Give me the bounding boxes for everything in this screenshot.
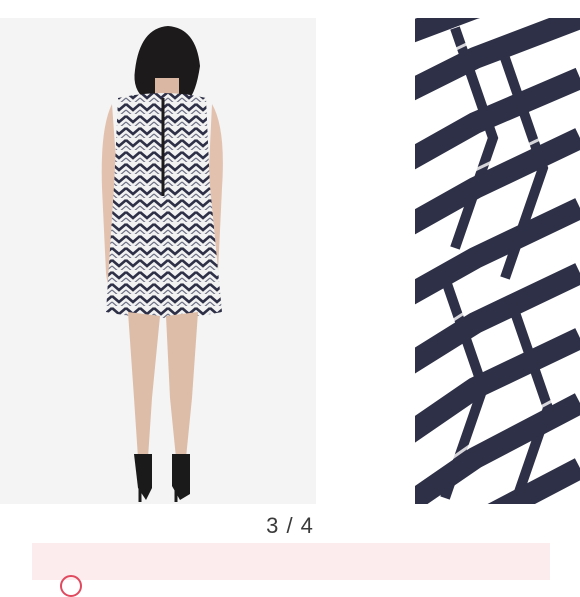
- image-gallery[interactable]: [0, 0, 580, 510]
- product-photo-back-view[interactable]: [0, 18, 316, 504]
- image-counter: 3 / 4: [266, 513, 314, 538]
- promo-banner[interactable]: [32, 543, 550, 580]
- heart-icon[interactable]: [60, 575, 82, 597]
- product-photo-fabric-closeup[interactable]: [415, 18, 580, 504]
